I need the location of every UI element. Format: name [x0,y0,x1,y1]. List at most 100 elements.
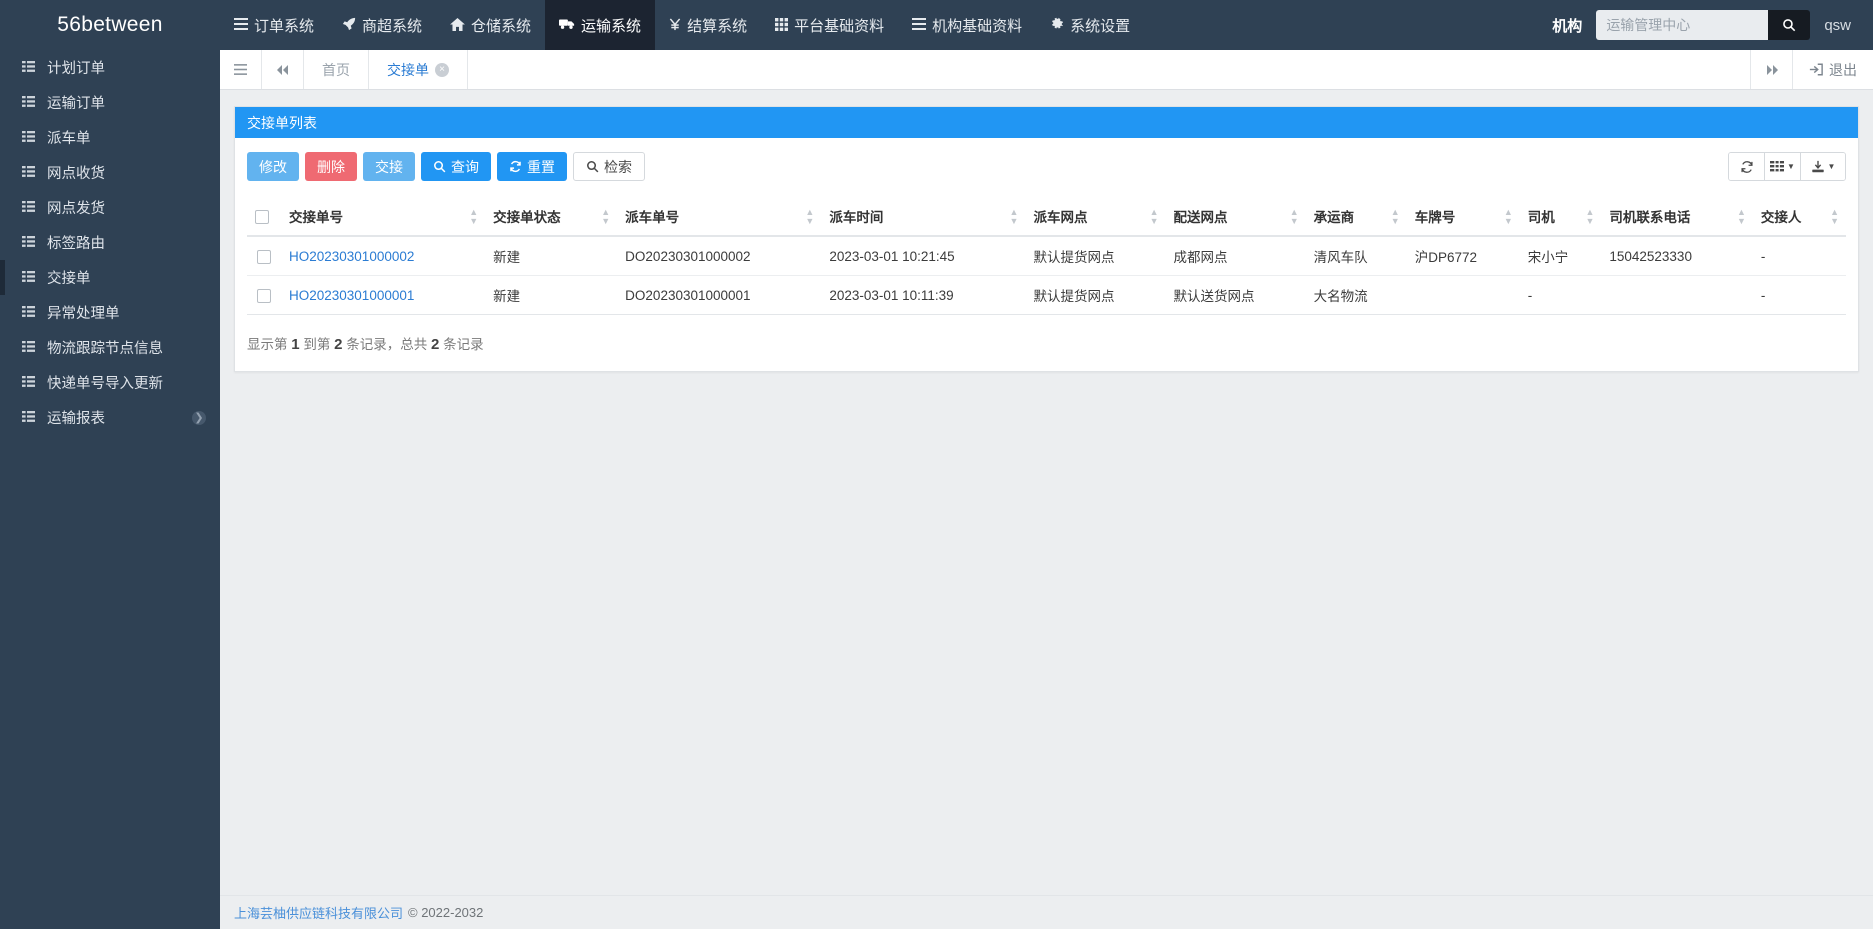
sidebar-item-6[interactable]: 标签路由 [0,225,220,260]
column-header-11[interactable]: 交接人 ▲ ▼ [1752,197,1846,237]
sort-icon[interactable]: ▲ ▼ [469,208,478,226]
sidebar-item-label: 异常处理单 [47,306,120,322]
tab-label: 首页 [322,61,350,78]
column-header-3[interactable]: 派车单号 ▲ ▼ [617,197,822,237]
nav-item-1[interactable]: 订单系统 [220,0,328,50]
nav-item-2[interactable]: 商超系统 [328,0,436,50]
sidebar-item-10[interactable]: 快递单号导入更新 [0,365,220,400]
toolbar-button-6[interactable]: 检索 [573,152,645,181]
nav-item-8[interactable]: 系统设置 [1036,0,1144,50]
sidebar-item-3[interactable]: 派车单 [0,120,220,155]
column-header-label: 交接人 [1760,210,1802,225]
company-link[interactable]: 上海芸柚供应链科技有限公司 [234,903,403,922]
handover-no-link[interactable]: HO20230301000001 [289,288,414,303]
sidebar-item-4[interactable]: 网点收货 [0,155,220,190]
nav-item-label: 机构基础资料 [932,17,1023,35]
column-header-label: 配送网点 [1173,210,1228,225]
sort-icon[interactable]: ▲ ▼ [1585,208,1594,226]
hamburger-icon[interactable] [220,50,262,89]
nav-item-4[interactable]: 运输系统 [545,0,656,50]
handover-no-link[interactable]: HO20230301000002 [289,249,414,264]
search-icon[interactable] [1768,10,1811,40]
column-header-6[interactable]: 配送网点 ▲ ▼ [1165,197,1306,237]
top-nav-right: 机构 qsw [1552,0,1873,50]
top-navigation-bar: 56between 订单系统 商超系统 仓储系统 运输系统 结算系统 平台基础资料 机构基础… [0,0,1873,50]
sort-icon[interactable]: ▲ ▼ [1010,208,1019,226]
table-body: HO20230301000002 新建 DO20230301000002 2023-0… [247,236,1846,315]
sidebar-item-8[interactable]: 异常处理单 [0,295,220,330]
user-name[interactable]: qsw [1824,17,1851,34]
close-icon[interactable]: × [435,62,449,77]
sort-icon[interactable]: ▲ ▼ [601,208,610,226]
panel-body: 修改 删除 交接 查询 重置 检索 ▼ ▼ 交接单号 ▲ ▼ 交接单状态 ▲ ▼… [235,138,1858,371]
refresh-icon[interactable] [1729,153,1765,180]
toolbar-button-5[interactable]: 重置 [497,152,567,181]
sort-icon[interactable]: ▲ ▼ [1737,208,1746,226]
toolbar-button-label: 查询 [451,158,479,175]
toolbar-button-label: 删除 [317,158,345,175]
table-row[interactable]: HO20230301000001 新建 DO20230301000001 2023-0… [247,275,1846,315]
row-checkbox[interactable] [257,249,271,264]
sidebar-item-label: 派车单 [47,131,91,147]
logout-button[interactable]: 退出 [1792,50,1873,89]
sidebar-item-11[interactable]: 运输报表 ❯ [0,400,220,435]
brand-logo[interactable]: 56between [0,0,220,50]
sidebar-item-label: 网点发货 [47,201,105,217]
search-icon [586,160,599,173]
column-header-8[interactable]: 车牌号 ▲ ▼ [1406,197,1520,237]
sidebar-item-1[interactable]: 计划订单 [0,50,220,85]
export-icon[interactable]: ▼ [1801,153,1845,180]
sidebar-item-5[interactable]: 网点发货 [0,190,220,225]
column-header-label: 派车网点 [1033,210,1088,225]
columns-icon[interactable]: ▼ [1765,153,1801,180]
org-search-input[interactable] [1596,10,1769,40]
cell-11: - [1752,275,1846,315]
pager-suffix: 条记录，总共 [346,337,428,352]
select-all-checkbox[interactable] [255,209,269,224]
column-header-4[interactable]: 派车时间 ▲ ▼ [821,197,1026,237]
sidebar-item-2[interactable]: 运输订单 [0,85,220,120]
column-header-label: 派车时间 [829,210,884,225]
sidebar-item-9[interactable]: 物流跟踪节点信息 [0,330,220,365]
sort-icon[interactable]: ▲ ▼ [1290,208,1299,226]
toolbar-button-3[interactable]: 交接 [363,152,415,181]
column-header-10[interactable]: 司机联系电话 ▲ ▼ [1601,197,1753,237]
column-header-7[interactable]: 承运商 ▲ ▼ [1305,197,1407,237]
select-all-header [247,197,281,237]
table-row[interactable]: HO20230301000002 新建 DO20230301000002 2023-0… [247,236,1846,276]
action-toolbar: 修改 删除 交接 查询 重置 检索 ▼ ▼ [247,152,1846,181]
sort-icon[interactable]: ▲ ▼ [805,208,814,226]
sort-icon[interactable]: ▲ ▼ [1830,208,1839,226]
double-right-icon[interactable] [1750,50,1792,89]
side-list-icon [22,340,35,355]
toolbar-button-2[interactable]: 删除 [305,152,357,181]
sidebar-item-7[interactable]: 交接单 [0,260,220,295]
chevron-right-icon[interactable]: ❯ [192,410,206,425]
sort-icon[interactable]: ▲ ▼ [1504,208,1513,226]
tab-2[interactable]: 交接单 × [369,50,468,89]
sort-icon[interactable]: ▲ ▼ [1150,208,1159,226]
double-left-icon[interactable] [262,50,304,89]
column-header-1[interactable]: 交接单号 ▲ ▼ [281,197,486,237]
nav-item-6[interactable]: 平台基础资料 [761,0,898,50]
sort-icon[interactable]: ▲ ▼ [1391,208,1400,226]
tab-bar: 首页 交接单 × 退出 [220,50,1873,90]
sidebar-item-label: 快递单号导入更新 [47,376,163,392]
column-header-2[interactable]: 交接单状态 ▲ ▼ [485,197,618,237]
column-header-9[interactable]: 司机 ▲ ▼ [1519,197,1602,237]
side-list-icon [22,410,35,425]
cell-1[interactable]: HO20230301000001 [281,275,486,315]
tab-1[interactable]: 首页 [304,50,369,89]
nav-item-3[interactable]: 仓储系统 [436,0,545,50]
toolbar-button-1[interactable]: 修改 [247,152,299,181]
toolbar-button-4[interactable]: 查询 [421,152,491,181]
cell-9: 宋小宁 [1519,236,1602,276]
nav-item-5[interactable]: 结算系统 [655,0,761,50]
row-checkbox[interactable] [257,288,271,303]
toolbar-button-label: 修改 [259,158,287,175]
pager-to: 2 [334,336,343,353]
cell-1[interactable]: HO20230301000002 [281,236,486,276]
nav-item-7[interactable]: 机构基础资料 [898,0,1036,50]
nav-item-label: 运输系统 [581,17,642,35]
column-header-5[interactable]: 派车网点 ▲ ▼ [1025,197,1166,237]
